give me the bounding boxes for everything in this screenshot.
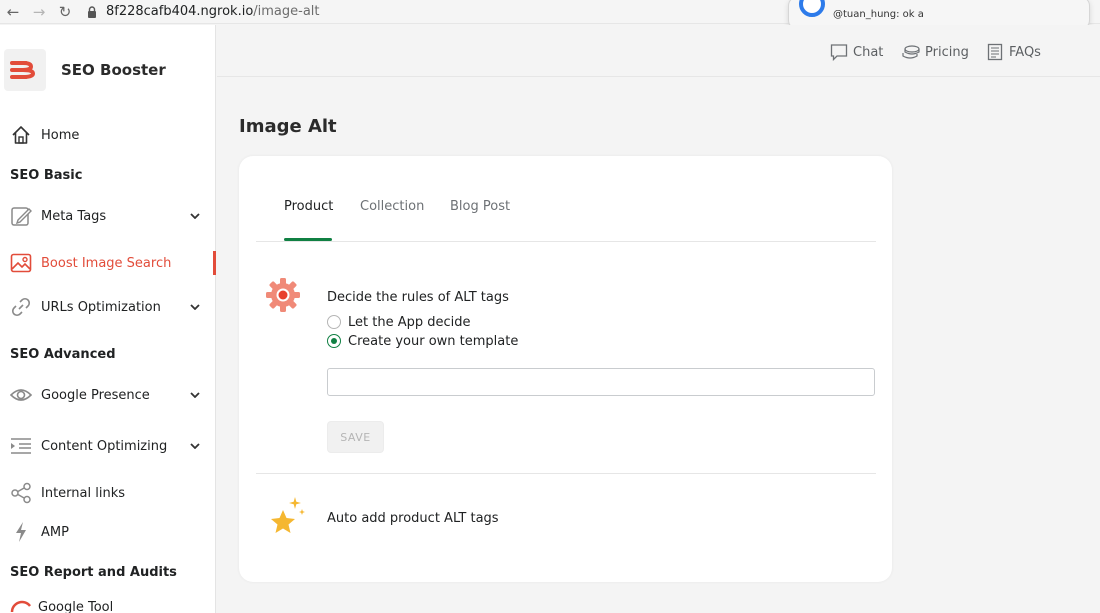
coins-icon [902,43,920,61]
rules-title: Decide the rules of ALT tags [327,290,509,305]
eye-icon [10,384,32,406]
sidebar-item-home[interactable]: Home [0,117,216,153]
tab-bar: Product Collection Blog Post [256,156,876,242]
lightning-icon [10,521,32,543]
tab-collection[interactable]: Collection [360,199,424,214]
section-heading-seo-report-and-audits: SEO Report and Audits [10,565,177,580]
section-heading-seo-basic: SEO Basic [10,168,83,183]
chat-icon [830,43,848,61]
top-header: Chat Pricing FAQs [217,25,1100,77]
tab-product[interactable]: Product [284,199,333,214]
url-path: /image-alt [253,4,320,19]
brand[interactable]: SEO Booster [4,49,166,91]
reload-icon[interactable]: ↻ [52,0,78,24]
radio-label: Create your own template [348,333,519,349]
chevron-down-icon[interactable] [189,301,201,313]
lock-icon [86,5,98,19]
faqs-link[interactable]: FAQs [986,42,1041,62]
forward-icon[interactable]: → [26,0,52,24]
sidebar-item-label: AMP [41,524,69,540]
edit-icon [10,205,32,227]
sidebar: SEO Booster Home SEO Basic Meta Tags Boo… [0,25,216,613]
section-heading-seo-advanced: SEO Advanced [10,347,116,362]
chat-label: Chat [853,44,884,60]
sidebar-item-amp[interactable]: AMP [0,514,216,550]
page-title: Image Alt [239,116,337,137]
home-icon [10,124,32,146]
radio-button[interactable] [327,315,341,329]
sidebar-item-label: Meta Tags [41,208,107,224]
radio-button-checked[interactable] [327,334,341,348]
list-indent-icon [10,435,32,457]
chat-link[interactable]: Chat [830,42,883,62]
sidebar-item-google-presence[interactable]: Google Presence [0,377,216,413]
radio-let-app-decide[interactable]: Let the App decide [327,314,471,330]
faqs-label: FAQs [1009,44,1041,60]
sidebar-item-label: Internal links [41,485,125,501]
chevron-down-icon[interactable] [189,440,201,452]
sidebar-item-label: Google Tool [38,599,114,613]
chevron-down-icon[interactable] [189,389,201,401]
sidebar-item-label: Content Optimizing [41,438,168,454]
url-host: 8f228cafb404.ngrok.io [106,4,254,19]
image-alt-card: Product Collection Blog Post Decide the … [239,156,892,582]
back-icon[interactable]: ← [0,0,26,24]
sidebar-item-label: Home [41,127,80,143]
sidebar-item-label: Google Presence [41,387,150,403]
address-bar[interactable]: 8f228cafb404.ngrok.io/image-alt [106,4,320,19]
sidebar-item-boost-image-search[interactable]: Boost Image Search [0,245,216,281]
radio-create-own-template[interactable]: Create your own template [327,333,518,349]
document-icon [986,43,1004,61]
notification-text: @tuan_hung: ok a [833,9,924,20]
chevron-down-icon[interactable] [189,210,201,222]
sidebar-item-google-tool[interactable]: Google Tool [0,589,216,613]
sidebar-item-content-optimizing[interactable]: Content Optimizing [0,428,216,464]
sidebar-item-meta-tags[interactable]: Meta Tags [0,198,216,234]
brand-name: SEO Booster [61,61,166,79]
template-input[interactable] [327,368,875,396]
link-icon [10,296,32,318]
auto-add-title: Auto add product ALT tags [327,511,499,526]
sidebar-item-label: URLs Optimization [41,299,161,315]
notification-avatar-icon [799,0,825,17]
radio-label: Let the App decide [348,314,471,330]
google-tool-icon [10,596,32,613]
sidebar-item-internal-links[interactable]: Internal links [0,475,216,511]
divider [256,473,876,474]
gear-icon [265,277,301,313]
image-icon [10,252,32,274]
save-button[interactable]: SAVE [327,421,384,453]
active-tab-indicator [284,238,332,241]
pricing-link[interactable]: Pricing [902,42,969,62]
seo-booster-logo-icon [4,49,46,91]
pricing-label: Pricing [925,44,969,60]
tab-blog-post[interactable]: Blog Post [450,199,510,214]
sidebar-item-label: Boost Image Search [41,255,172,271]
sidebar-item-urls-optimization[interactable]: URLs Optimization [0,289,216,325]
star-sparkle-icon [263,494,307,538]
share-icon [10,482,32,504]
